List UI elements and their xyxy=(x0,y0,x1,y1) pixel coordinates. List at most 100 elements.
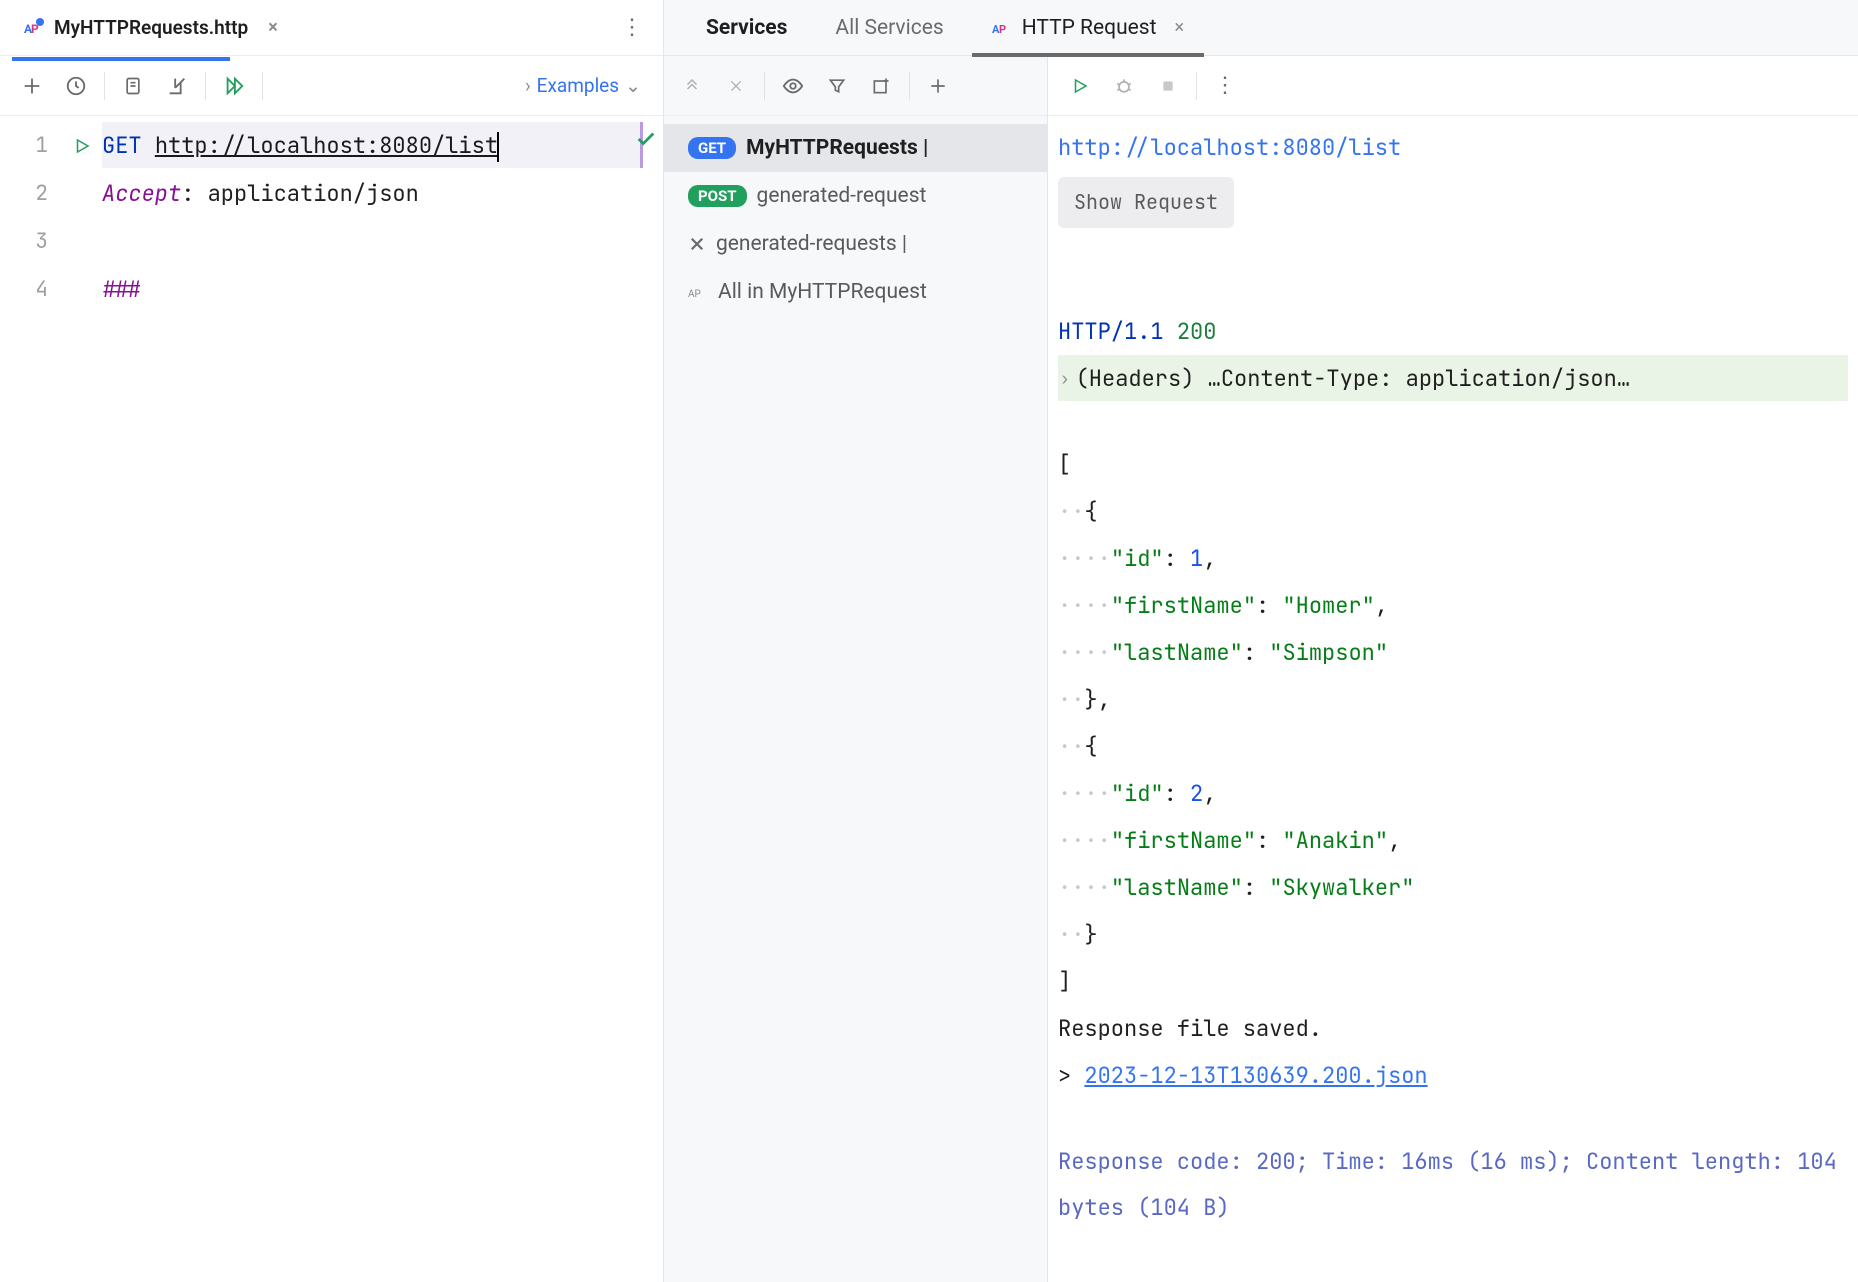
filter-button[interactable] xyxy=(815,64,859,108)
separator xyxy=(262,72,263,100)
more-button[interactable]: ⋮ xyxy=(1203,64,1247,108)
x-icon xyxy=(688,235,706,253)
response-panel: ⋮ http://localhost:8080/list Show Reques… xyxy=(1048,56,1858,1282)
request-separator: ### xyxy=(102,275,142,304)
active-tab-indicator xyxy=(12,57,230,61)
tab-services[interactable]: Services xyxy=(682,0,811,56)
expand-up-button[interactable] xyxy=(670,64,714,108)
add-service-button[interactable] xyxy=(916,64,960,108)
tree-row-label: MyHTTPRequests | xyxy=(746,136,928,160)
header-name: Accept xyxy=(102,179,181,208)
json-line: ··{ xyxy=(1058,723,1848,770)
http-method: GET xyxy=(102,131,142,160)
line-gutter: 1 2 3 4 xyxy=(0,116,62,1282)
separator xyxy=(909,72,910,100)
response-headers-row[interactable]: › (Headers) …Content-Type: application/j… xyxy=(1058,355,1848,401)
editor-tab-more-button[interactable]: ⋮ xyxy=(601,15,663,40)
tree-row-label: All in MyHTTPRequest xyxy=(718,280,927,304)
json-line: ··} xyxy=(1058,911,1848,958)
services-tabbar: Services All Services AP HTTP Request × xyxy=(664,0,1858,56)
svg-text:AP: AP xyxy=(688,289,701,300)
response-url: http://localhost:8080/list xyxy=(1058,124,1848,171)
close-tree-button[interactable] xyxy=(714,64,758,108)
services-tree-body: GET MyHTTPRequests | POST generated-requ… xyxy=(664,116,1047,316)
response-file-link[interactable]: 2023-12-13T130639.200.json xyxy=(1084,1061,1427,1090)
run-line-button[interactable] xyxy=(62,122,102,170)
tree-row-failed[interactable]: generated-requests | xyxy=(664,220,1047,268)
show-request-button[interactable]: Show Request xyxy=(1058,177,1234,228)
tree-row-post[interactable]: POST generated-request xyxy=(664,172,1047,220)
separator xyxy=(1196,72,1197,100)
line-number: 4 xyxy=(0,266,62,314)
chevron-right-icon: › xyxy=(1060,355,1070,402)
chevron-down-icon: ⌄ xyxy=(625,74,641,97)
json-line: ····"firstName": "Homer", xyxy=(1058,582,1848,629)
code-area[interactable]: GET http://localhost:8080/list Accept: a… xyxy=(102,116,663,1282)
history-button[interactable] xyxy=(54,64,98,108)
run-gutter xyxy=(62,116,102,1282)
tree-row-label: generated-requests | xyxy=(716,232,907,256)
tree-row-all[interactable]: AP All in MyHTTPRequest xyxy=(664,268,1047,316)
import-button[interactable] xyxy=(155,64,199,108)
editor-tabbar: AP MyHTTPRequests.http × ⋮ xyxy=(0,0,663,56)
chevron-right-icon: › xyxy=(525,74,531,97)
examples-dropdown[interactable]: › Examples ⌄ xyxy=(513,68,653,103)
editor-tab-title: MyHTTPRequests.http xyxy=(54,16,248,39)
separator xyxy=(205,72,206,100)
http-url: http://localhost:8080/list xyxy=(155,131,498,160)
json-line: ····"id": 2, xyxy=(1058,770,1848,817)
convert-button[interactable] xyxy=(111,64,155,108)
stop-button[interactable] xyxy=(1146,64,1190,108)
json-line: ····"id": 1, xyxy=(1058,535,1848,582)
json-line: ··}, xyxy=(1058,676,1848,723)
run-all-button[interactable] xyxy=(212,64,256,108)
close-icon[interactable]: × xyxy=(1175,17,1185,38)
open-new-button[interactable] xyxy=(859,64,903,108)
separator xyxy=(764,72,765,100)
separator xyxy=(104,72,105,100)
response-status: HTTP/1.1 200 xyxy=(1058,308,1848,355)
view-button[interactable] xyxy=(771,64,815,108)
json-line: ····"lastName": "Simpson" xyxy=(1058,629,1848,676)
text-cursor xyxy=(497,132,499,162)
json-line: ····"firstName": "Anakin", xyxy=(1058,817,1848,864)
services-toolbar xyxy=(664,56,1047,116)
headers-preview: …Content-Type: application/json… xyxy=(1208,355,1630,402)
response-stats: Response code: 200; Time: 16ms (16 ms); … xyxy=(1058,1139,1848,1231)
api-icon: AP xyxy=(992,19,1012,37)
tree-row-label: generated-request xyxy=(757,184,927,208)
get-badge: GET xyxy=(688,137,736,159)
check-icon xyxy=(635,128,657,150)
line-number: 2 xyxy=(0,170,62,218)
json-line: ··{ xyxy=(1058,488,1848,535)
json-line: ····"lastName": "Skywalker" xyxy=(1058,864,1848,911)
response-saved-msg: Response file saved. xyxy=(1058,1005,1848,1052)
tree-row-get[interactable]: GET MyHTTPRequests | xyxy=(664,124,1047,172)
editor-tab-file[interactable]: AP MyHTTPRequests.http × xyxy=(12,8,290,47)
line-number: 3 xyxy=(0,218,62,266)
post-badge: POST xyxy=(688,185,747,207)
run-button[interactable] xyxy=(1058,64,1102,108)
tab-http-request[interactable]: AP HTTP Request × xyxy=(968,0,1208,56)
json-line: [ xyxy=(1058,441,1848,488)
services-pane: Services All Services AP HTTP Request × xyxy=(664,0,1858,1282)
tab-all-services[interactable]: All Services xyxy=(811,0,967,56)
services-tree: GET MyHTTPRequests | POST generated-requ… xyxy=(664,56,1048,1282)
json-line: ] xyxy=(1058,958,1848,1005)
line-number: 1 xyxy=(0,122,62,170)
add-request-button[interactable] xyxy=(10,64,54,108)
response-file-row: > 2023-12-13T130639.200.json xyxy=(1058,1052,1848,1099)
examples-label: Examples xyxy=(537,74,619,97)
headers-label: (Headers) xyxy=(1076,355,1195,402)
api-icon: AP xyxy=(688,284,708,300)
header-value: application/json xyxy=(208,179,419,208)
api-file-icon: AP xyxy=(24,18,44,38)
response-body[interactable]: http://localhost:8080/list Show Request … xyxy=(1048,116,1858,1282)
debug-button[interactable] xyxy=(1102,64,1146,108)
close-icon[interactable]: × xyxy=(268,17,278,38)
response-toolbar: ⋮ xyxy=(1048,56,1858,116)
svg-text:P: P xyxy=(999,23,1006,36)
editor-pane: AP MyHTTPRequests.http × ⋮ xyxy=(0,0,664,1282)
editor-toolbar: › Examples ⌄ xyxy=(0,56,663,116)
editor-body[interactable]: 1 2 3 4 GET http://localhost:8080/list A… xyxy=(0,116,663,1282)
